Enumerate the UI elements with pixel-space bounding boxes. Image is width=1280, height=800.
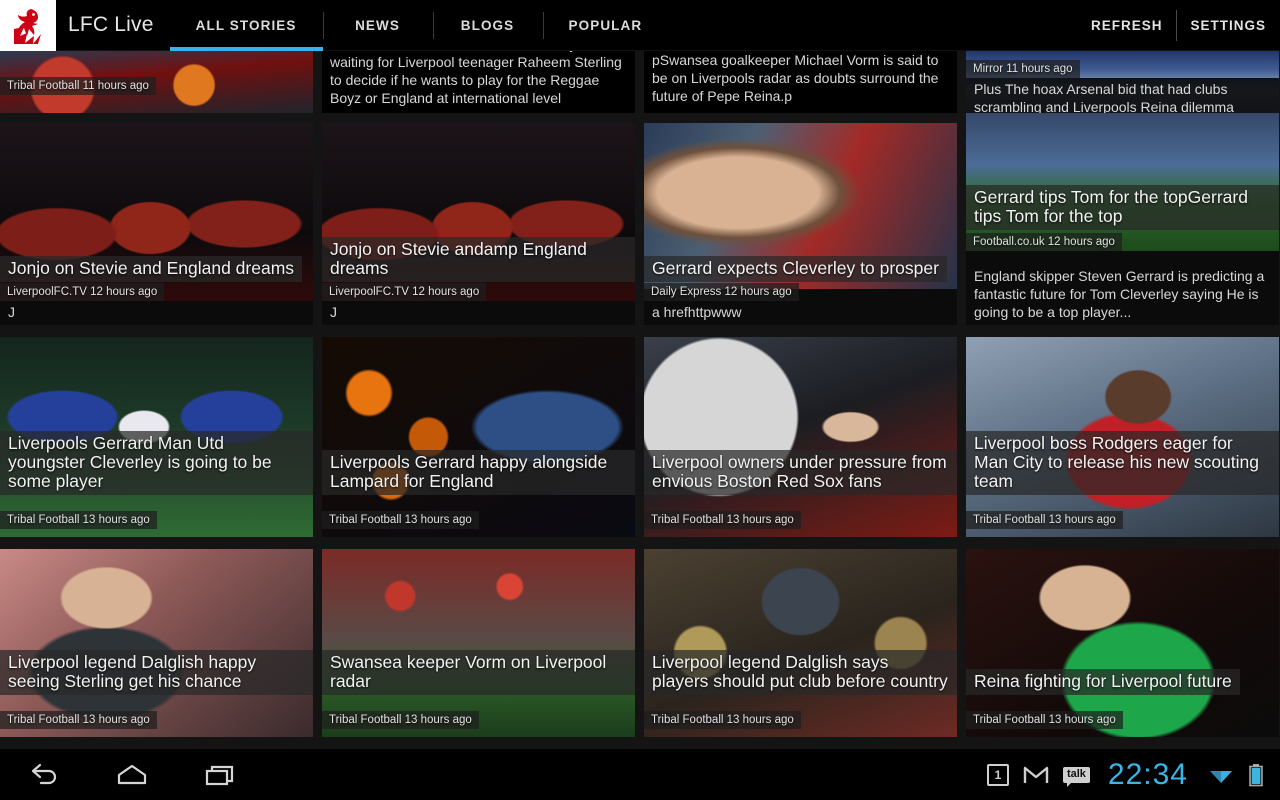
story-photo xyxy=(966,113,1279,251)
story-headline: Liverpool legend Dalglish happy seeing S… xyxy=(0,650,313,695)
story-card[interactable]: Jonjo on Stevie andamp England dreams Li… xyxy=(322,123,635,325)
status-clock[interactable]: 22:34 xyxy=(1104,758,1194,792)
story-card[interactable]: Liverpool legend Dalglish happy seeing S… xyxy=(0,549,313,737)
recent-apps-icon[interactable] xyxy=(198,758,242,792)
battery-icon[interactable] xyxy=(1248,763,1264,787)
story-photo xyxy=(644,549,957,737)
app-title: LFC Live xyxy=(68,13,154,36)
story-source: Tribal Football 13 hours ago xyxy=(644,711,801,729)
story-source: Football.co.uk 12 hours ago xyxy=(966,233,1122,251)
story-source: Tribal Football 13 hours ago xyxy=(322,511,479,529)
story-source: Tribal Football 13 hours ago xyxy=(0,711,157,729)
story-card[interactable]: Gerrard tips Tom for the topGerrard tips… xyxy=(966,113,1279,325)
story-grid[interactable]: Tribal Football 11 hours ago Jamaica coa… xyxy=(0,51,1280,749)
settings-label: SETTINGS xyxy=(1190,18,1266,33)
story-card[interactable]: Liverpool owners under pressure from env… xyxy=(644,337,957,537)
nav-keys xyxy=(0,758,242,792)
story-headline: Swansea keeper Vorm on Liverpool radar xyxy=(322,650,635,695)
story-source: Tribal Football 13 hours ago xyxy=(966,711,1123,729)
story-body: Tribal Football 11 hours ago xyxy=(0,76,313,95)
story-photo xyxy=(0,549,313,737)
story-card[interactable]: Gerrard expects Cleverley to prosper Dai… xyxy=(644,123,957,325)
status-tray[interactable]: 1 talk 22:34 xyxy=(986,758,1280,792)
story-body: Mirror 11 hours ago Plus The hoax Arsena… xyxy=(966,59,1279,113)
story-headline: Gerrard tips Tom for the topGerrard tips… xyxy=(966,185,1279,230)
story-photo xyxy=(966,549,1279,737)
tab-popular[interactable]: POPULAR xyxy=(542,0,669,51)
wifi-icon[interactable] xyxy=(1208,765,1234,785)
story-card[interactable]: Mirror 11 hours ago Plus The hoax Arsena… xyxy=(966,51,1279,113)
story-source: LiverpoolFC.TV 12 hours ago xyxy=(322,283,487,301)
story-source: Tribal Football 13 hours ago xyxy=(322,711,479,729)
tab-all-stories[interactable]: ALL STORIES xyxy=(169,0,323,51)
story-row-1: Tribal Football 11 hours ago Jamaica coa… xyxy=(0,51,1280,113)
story-card[interactable]: Liverpool legend Dalglish says players s… xyxy=(644,549,957,737)
story-card[interactable]: pSwansea goalkeeper Michael Vorm is said… xyxy=(644,51,957,113)
story-card[interactable]: Jonjo on Stevie and England dreams Liver… xyxy=(0,123,313,325)
settings-button[interactable]: SETTINGS xyxy=(1176,0,1280,51)
story-source: LiverpoolFC.TV 12 hours ago xyxy=(0,283,165,301)
liver-bird-logo[interactable] xyxy=(0,0,56,51)
story-description: England skipper Steven Gerrard is predic… xyxy=(966,265,1279,325)
story-headline: Liverpool boss Rodgers eager for Man Cit… xyxy=(966,431,1279,495)
story-photo xyxy=(322,549,635,737)
story-source: Tribal Football 13 hours ago xyxy=(644,511,801,529)
story-description: J xyxy=(0,301,313,325)
tab-bar: ALL STORIES NEWS BLOGS POPULAR xyxy=(169,0,669,51)
story-headline: Liverpools Gerrard happy alongside Lampa… xyxy=(322,450,635,495)
action-bar: LFC Live ALL STORIES NEWS BLOGS POPULAR … xyxy=(0,0,1280,51)
story-body: Gerrard expects Cleverley to prosper Dai… xyxy=(644,256,957,325)
story-photo xyxy=(322,337,635,537)
story-card[interactable]: Liverpools Gerrard happy alongside Lampa… xyxy=(322,337,635,537)
story-source: Tribal Football 13 hours ago xyxy=(0,511,157,529)
story-headline: Jonjo on Stevie and England dreams xyxy=(0,256,303,282)
story-headline: Liverpools Gerrard Man Utd youngster Cle… xyxy=(0,431,313,495)
story-source: Daily Express 12 hours ago xyxy=(644,283,799,301)
refresh-button[interactable]: REFRESH xyxy=(1077,0,1177,51)
story-row-4: Liverpool legend Dalglish happy seeing S… xyxy=(0,537,1280,737)
story-card[interactable]: Swansea keeper Vorm on Liverpool radar T… xyxy=(322,549,635,737)
story-source: Tribal Football 13 hours ago xyxy=(966,511,1123,529)
story-photo xyxy=(644,337,957,537)
system-navigation-bar: 1 talk 22:34 xyxy=(0,749,1280,800)
story-card[interactable]: Liverpools Gerrard Man Utd youngster Cle… xyxy=(0,337,313,537)
tab-all-stories-label: ALL STORIES xyxy=(195,18,297,33)
story-source: Tribal Football 11 hours ago xyxy=(0,77,156,95)
story-source: Mirror 11 hours ago xyxy=(966,60,1080,78)
calendar-icon[interactable]: 1 xyxy=(986,763,1009,786)
refresh-label: REFRESH xyxy=(1090,18,1163,33)
story-card[interactable]: Jamaica coach Theodore Whitmore says he … xyxy=(322,51,635,113)
tab-blogs[interactable]: BLOGS xyxy=(432,0,543,51)
back-arrow-icon[interactable] xyxy=(22,758,66,792)
story-headline: Liverpool owners under pressure from env… xyxy=(644,450,957,495)
story-card[interactable]: Reina fighting for Liverpool future Trib… xyxy=(966,549,1279,737)
story-description: Plus The hoax Arsenal bid that had clubs… xyxy=(966,78,1279,113)
story-headline: Jonjo on Stevie andamp England dreams xyxy=(322,237,635,282)
tab-news[interactable]: NEWS xyxy=(322,0,433,51)
story-description: pSwansea goalkeeper Michael Vorm is said… xyxy=(652,52,939,104)
story-row-2: Jonjo on Stevie and England dreams Liver… xyxy=(0,113,1280,325)
story-body: Jonjo on Stevie andamp England dreams Li… xyxy=(322,237,635,325)
home-icon[interactable] xyxy=(110,758,154,792)
story-row-3: Liverpools Gerrard Man Utd youngster Cle… xyxy=(0,325,1280,537)
action-bar-spacer xyxy=(668,0,1077,50)
talk-label: talk xyxy=(1062,766,1090,787)
story-body: Jonjo on Stevie and England dreams Liver… xyxy=(0,256,313,325)
calendar-badge: 1 xyxy=(986,763,1009,786)
story-description: Jamaica coach Theodore Whitmore says he … xyxy=(330,51,622,106)
story-description: a hrefhttpwww xyxy=(644,301,957,325)
story-headline: Reina fighting for Liverpool future xyxy=(966,669,1240,695)
tab-blogs-label: BLOGS xyxy=(460,18,515,33)
story-headline: Gerrard expects Cleverley to prosper xyxy=(644,256,947,282)
tab-news-label: NEWS xyxy=(355,18,400,33)
gmail-icon[interactable] xyxy=(1023,765,1049,785)
story-headline: Liverpool legend Dalglish says players s… xyxy=(644,650,957,695)
tab-popular-label: POPULAR xyxy=(568,18,643,33)
action-bar-actions: REFRESH SETTINGS xyxy=(1077,0,1280,51)
story-card[interactable]: Tribal Football 11 hours ago xyxy=(0,51,313,113)
talk-icon[interactable]: talk xyxy=(1062,766,1090,787)
story-description: J xyxy=(322,301,635,325)
story-card[interactable]: Liverpool boss Rodgers eager for Man Cit… xyxy=(966,337,1279,537)
